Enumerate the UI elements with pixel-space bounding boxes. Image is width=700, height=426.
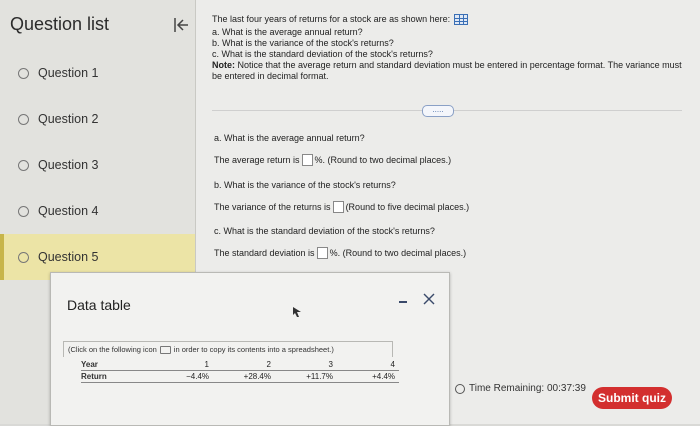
data-table-dialog: Data table (Click on the following icon … [50, 272, 450, 426]
copy-note-post: in order to copy its contents into a spr… [173, 345, 334, 354]
answer-c-hint: %. (Round to two decimal places.) [329, 248, 467, 258]
answer-b-label: The variance of the returns is [214, 202, 331, 212]
variance-input[interactable] [332, 201, 344, 213]
question-label: Question 4 [38, 204, 99, 218]
table-cell: +28.4% [213, 370, 275, 383]
question-label: Question 1 [38, 66, 99, 80]
question-note: Note: Notice that the average return and… [212, 60, 682, 82]
minimize-icon[interactable] [399, 301, 407, 303]
copy-note-pre: (Click on the following icon [68, 345, 157, 354]
dialog-title: Data table [67, 297, 131, 313]
table-cell: +11.7% [275, 370, 337, 383]
radio-icon [18, 205, 29, 217]
question-label: Question 5 [38, 250, 99, 264]
question-text: The last four years of returns for a sto… [212, 14, 682, 82]
table-cell: −4.4% [151, 370, 213, 383]
radio-icon [18, 159, 29, 171]
average-return-input[interactable] [301, 154, 313, 166]
note-text: Notice that the average return and stand… [212, 60, 682, 81]
mouse-cursor-icon [293, 307, 301, 317]
answer-a-prompt: a. What is the average annual return? [214, 133, 365, 143]
data-table-icon[interactable] [454, 14, 469, 25]
intro-text: The last four years of returns for a sto… [212, 14, 451, 24]
answer-b-line: The variance of the returns is (Round to… [214, 201, 469, 213]
question-intro: The last four years of returns for a sto… [212, 14, 682, 25]
clock-icon [455, 383, 465, 394]
answer-a-line: The average return is %. (Round to two d… [214, 154, 451, 166]
table-cell: 4 [337, 359, 399, 371]
question-item-4[interactable]: Question 4 [0, 188, 195, 234]
table-cell: 3 [275, 359, 337, 371]
answer-a-hint: %. (Round to two decimal places.) [314, 155, 452, 165]
answer-b-prompt: b. What is the variance of the stock's r… [214, 180, 396, 190]
answer-c-label: The standard deviation is [214, 248, 315, 258]
question-item-2[interactable]: Question 2 [0, 96, 195, 142]
question-label: Question 3 [38, 158, 99, 172]
expand-more-button[interactable]: ..... [422, 105, 454, 117]
table-row: Year 1 2 3 4 [81, 359, 399, 371]
table-cell: 1 [151, 359, 213, 371]
row-header: Return [81, 370, 151, 383]
sidebar-title: Question list [10, 13, 110, 34]
table-row: Return −4.4% +28.4% +11.7% +4.4% [81, 370, 399, 383]
returns-table: Year 1 2 3 4 Return −4.4% +28.4% +11.7% … [81, 359, 399, 383]
question-item-1[interactable]: Question 1 [0, 50, 195, 96]
collapse-sidebar-icon[interactable] [172, 16, 190, 34]
question-part-c: c. What is the standard deviation of the… [212, 49, 433, 59]
question-part-a: a. What is the average annual return? [212, 27, 363, 37]
radio-icon [18, 67, 29, 79]
question-label: Question 2 [38, 112, 99, 126]
std-deviation-input[interactable] [316, 247, 328, 259]
radio-icon [18, 251, 29, 263]
question-item-3[interactable]: Question 3 [0, 142, 195, 188]
sidebar-header: Question list [0, 0, 195, 48]
radio-icon [18, 113, 29, 125]
answer-c-line: The standard deviation is %. (Round to t… [214, 247, 466, 259]
timer-text: Time Remaining: 00:37:39 [469, 383, 586, 394]
copy-to-spreadsheet-icon[interactable] [159, 345, 171, 354]
table-cell: 2 [213, 359, 275, 371]
note-label: Note: [212, 60, 235, 70]
time-remaining: Time Remaining: 00:37:39 [455, 383, 586, 394]
table-cell: +4.4% [337, 370, 399, 383]
answer-c-prompt: c. What is the standard deviation of the… [214, 226, 435, 236]
answer-a-label: The average return is [214, 155, 300, 165]
question-part-b: b. What is the variance of the stock's r… [212, 38, 394, 48]
submit-quiz-button[interactable]: Submit quiz [592, 387, 672, 409]
row-header: Year [81, 359, 151, 371]
copy-instructions: (Click on the following icon in order to… [63, 341, 393, 357]
answer-b-hint: (Round to five decimal places.) [345, 202, 470, 212]
close-icon[interactable] [423, 293, 435, 305]
